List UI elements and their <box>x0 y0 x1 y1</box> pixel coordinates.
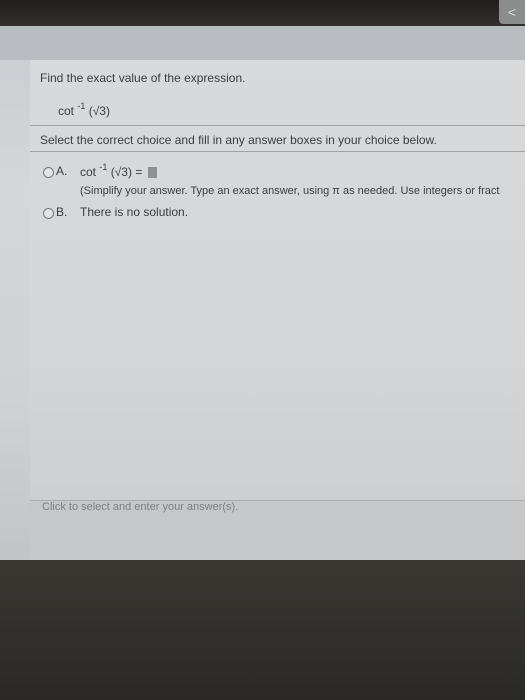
choice-a-sup: -1 <box>99 162 108 172</box>
choice-a-arg: (√3) <box>110 165 132 179</box>
choice-a-radio[interactable] <box>43 167 54 178</box>
answer-status-bar: Click to select and enter your answer(s)… <box>30 500 525 561</box>
divider <box>30 151 525 152</box>
screen-header <box>0 26 525 60</box>
question-prompt: Find the exact value of the expression. <box>40 71 246 85</box>
choice-a-equals: = <box>135 165 143 179</box>
choice-a-func: cot <box>80 165 97 179</box>
back-arrow-icon[interactable]: < <box>499 0 525 24</box>
question-screen: Find the exact value of the expression. … <box>0 26 525 561</box>
expr-sup: -1 <box>77 101 86 111</box>
answer-input-box[interactable] <box>147 167 157 179</box>
choice-b-letter[interactable]: B. <box>56 205 67 219</box>
instructions-text: Select the correct choice and fill in an… <box>40 133 437 147</box>
choice-a-letter[interactable]: A. <box>56 164 67 178</box>
question-expression: cot -1 (√3) <box>58 101 110 118</box>
footer-hint: Click to select and enter your answer(s)… <box>42 501 239 513</box>
device-bezel-bottom <box>0 560 525 700</box>
expr-func: cot <box>58 104 75 118</box>
choice-b-radio[interactable] <box>43 208 54 219</box>
choice-a-note: (Simplify your answer. Type an exact ans… <box>80 185 500 197</box>
divider <box>30 125 525 126</box>
choice-a-expression: cot -1 (√3) = <box>80 162 157 179</box>
choice-b-text[interactable]: There is no solution. <box>80 205 188 219</box>
device-bezel-top <box>0 0 525 26</box>
expr-arg: (√3) <box>88 104 110 118</box>
